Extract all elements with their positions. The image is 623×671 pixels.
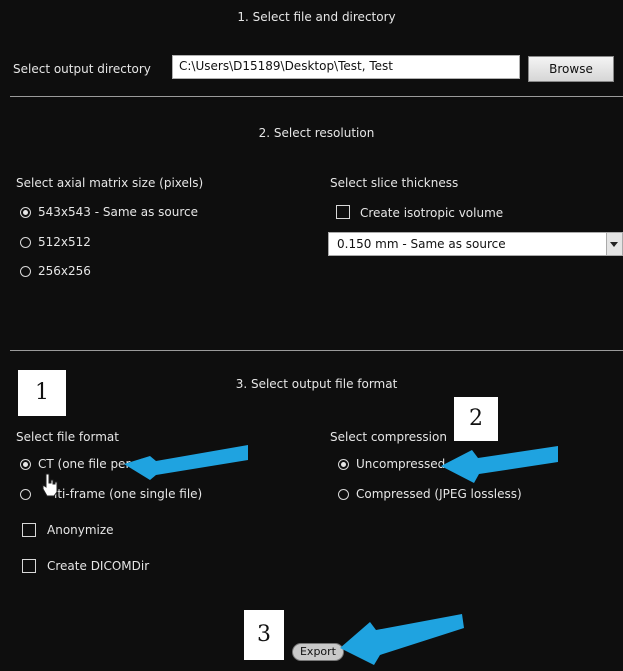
isotropic-volume-label: Create isotropic volume <box>360 206 504 220</box>
compression-label: Select compression <box>330 430 447 444</box>
matrix-512-radio[interactable] <box>20 237 31 248</box>
section2-heading: 2. Select resolution <box>258 126 375 140</box>
matrix-512-label: 512x512 <box>38 235 91 249</box>
file-format-label: Select file format <box>16 430 119 444</box>
matrix-size-label: Select axial matrix size (pixels) <box>16 176 204 190</box>
export-button[interactable]: Export <box>292 643 344 661</box>
arrow-3-icon <box>340 614 464 665</box>
format-ct-radio[interactable] <box>20 459 31 470</box>
section-divider-1 <box>10 96 623 97</box>
slice-thickness-select[interactable]: 0.150 mm - Same as source <box>328 232 623 256</box>
output-directory-input[interactable]: C:\Users\D15189\Desktop\Test, Test <box>172 55 520 79</box>
step-3-badge: 3 <box>244 610 284 660</box>
create-dicomdir-checkbox[interactable] <box>22 559 36 573</box>
arrow-2-icon <box>441 446 558 483</box>
compression-uncompressed-radio[interactable] <box>338 459 349 470</box>
browse-button[interactable]: Browse <box>528 56 614 82</box>
compression-jpeg-radio[interactable] <box>338 489 349 500</box>
section3-heading: 3. Select output file format <box>235 377 398 391</box>
step-2-badge: 2 <box>454 397 498 441</box>
dropdown-arrow-icon[interactable] <box>606 233 622 255</box>
matrix-543-radio[interactable] <box>20 207 31 218</box>
matrix-543-label: 543x543 - Same as source <box>38 205 198 219</box>
compression-uncompressed-label: Uncompressed <box>356 457 446 471</box>
compression-jpeg-label: Compressed (JPEG lossless) <box>356 487 522 501</box>
step-1-badge: 1 <box>18 370 66 416</box>
format-ct-label: CT (one file per sli <box>38 457 148 471</box>
slice-thickness-label: Select slice thickness <box>330 176 459 190</box>
section-divider-2 <box>10 350 623 351</box>
isotropic-volume-checkbox[interactable] <box>336 205 350 219</box>
create-dicomdir-label: Create DICOMDir <box>47 559 150 573</box>
anonymize-label: Anonymize <box>47 523 114 537</box>
output-directory-label: Select output directory <box>13 62 151 76</box>
format-multiframe-label: lti-frame (one single file) <box>54 487 203 501</box>
matrix-256-radio[interactable] <box>20 266 31 277</box>
section1-heading: 1. Select file and directory <box>237 10 396 24</box>
matrix-256-label: 256x256 <box>38 264 91 278</box>
slice-thickness-value: 0.150 mm - Same as source <box>337 237 506 251</box>
anonymize-checkbox[interactable] <box>22 523 36 537</box>
format-multiframe-radio[interactable] <box>20 489 31 500</box>
